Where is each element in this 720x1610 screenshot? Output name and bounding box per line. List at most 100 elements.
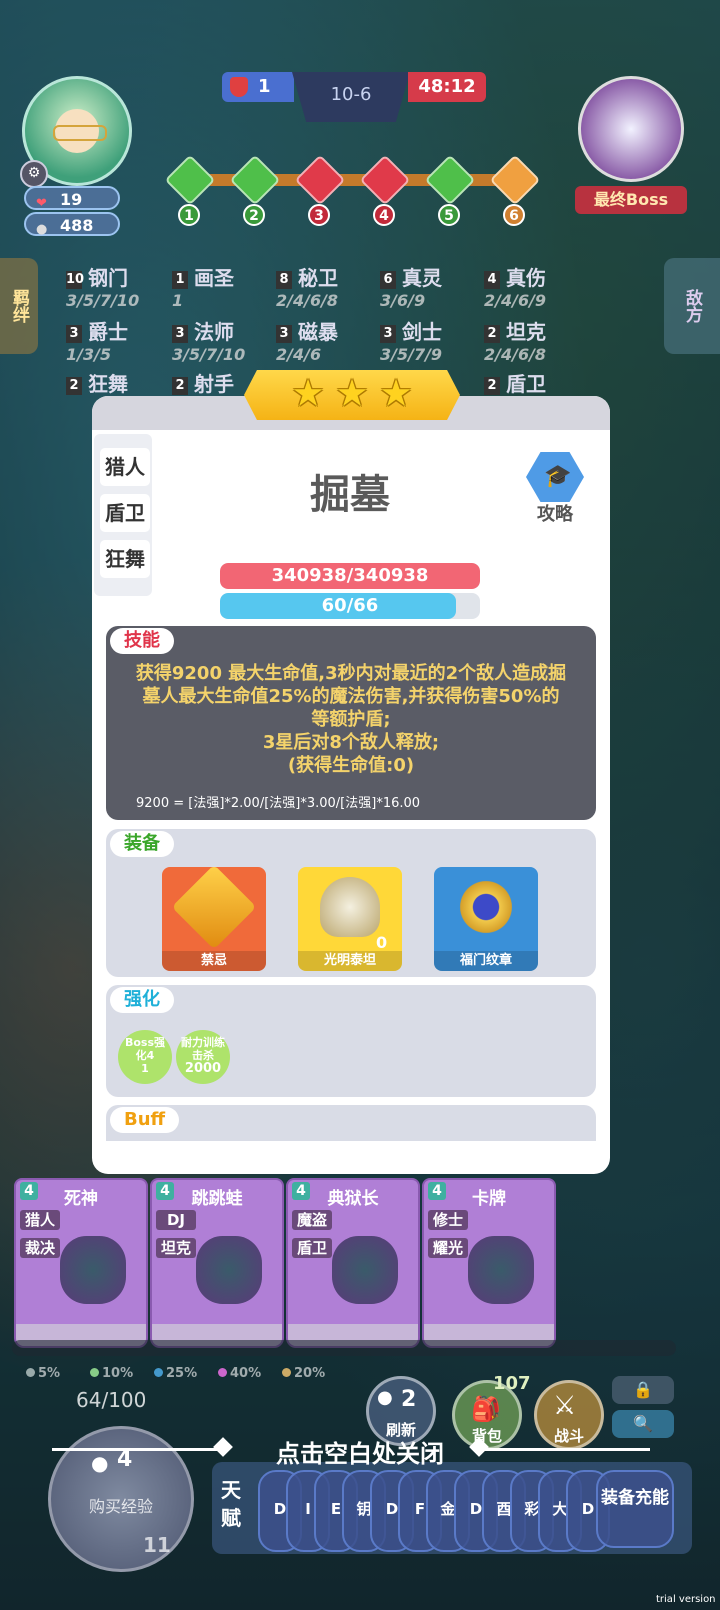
trait-tag[interactable]: 狂舞 — [100, 540, 150, 578]
synergy-count: 3 — [66, 325, 82, 343]
synergy-count: 2 — [172, 377, 188, 395]
synergy-count: 10 — [66, 271, 85, 289]
synergy-item[interactable]: 6 真灵 3/6/9 — [380, 262, 442, 310]
crossed-swords-icon: ⚔ — [553, 1391, 577, 1421]
shop-card[interactable]: 卡牌 4 修士 耀光 — [422, 1178, 556, 1348]
hp-text: 340938/340938 — [271, 565, 429, 586]
equipment-slot[interactable]: 0 光明泰坦 — [298, 867, 402, 971]
synergy-item[interactable]: 10 钢门 3/5/7/10 — [66, 262, 139, 310]
graduation-cap-icon: 🎓 — [544, 464, 572, 489]
timer: 48:12 — [408, 72, 486, 102]
synergy-name: 盾卫 — [506, 372, 546, 396]
synergy-item[interactable]: 4 真伤 2/4/6/9 — [484, 262, 546, 310]
odds-dot — [282, 1368, 291, 1377]
synergy-item[interactable]: 8 秘卫 2/4/6/8 — [276, 262, 338, 310]
equipment-slot[interactable]: 福门纹章 — [434, 867, 538, 971]
synergy-item[interactable]: 2 狂舞 — [66, 368, 128, 397]
card-cost: 4 — [156, 1182, 174, 1200]
trait-tag[interactable]: 盾卫 — [100, 494, 150, 532]
odds-dot — [154, 1368, 163, 1377]
synergy-tab[interactable]: 羁绊 — [0, 258, 38, 354]
synergy-name: 法师 — [194, 320, 234, 344]
guide-label: 攻略 — [537, 504, 573, 525]
shop-card[interactable]: 死神 4 猎人 裁决 — [14, 1178, 148, 1348]
synergy-levels: 3/5/7/10 — [172, 345, 246, 364]
trait-tag[interactable]: 猎人 — [100, 448, 150, 486]
card-trait: DJ — [156, 1210, 196, 1230]
talent-label: 天赋 — [221, 1478, 241, 1530]
skill-formula: 9200 = [法强]*2.00/[法强]*3.00/[法强]*16.00 — [136, 796, 421, 811]
synergy-count: 4 — [484, 271, 500, 289]
search-icon: 🔍 — [633, 1414, 653, 1433]
settings-gear-icon[interactable]: ⚙ — [20, 160, 48, 188]
gold-pill: ● 488 — [24, 212, 120, 237]
synergy-count: 6 — [380, 271, 396, 289]
synergy-levels: 1 — [172, 291, 184, 310]
card-trait: 盾卫 — [292, 1238, 332, 1258]
synergy-name: 秘卫 — [298, 266, 338, 290]
odds-item: 5% — [26, 1366, 60, 1381]
equipment-slot[interactable]: 禁忌 — [162, 864, 266, 971]
synergy-count: 2 — [66, 377, 82, 395]
hp-bar: 340938/340938 — [220, 563, 480, 589]
score-left-value: 1 — [258, 76, 271, 97]
odds-value: 20% — [294, 1366, 326, 1381]
synergy-levels: 3/6/9 — [380, 291, 426, 310]
close-hint: 点击空白处关闭 — [276, 1440, 444, 1468]
stage-number: 3 — [308, 204, 330, 226]
card-trait: 坦克 — [156, 1238, 196, 1258]
odds-dot — [26, 1368, 35, 1377]
equipment-tag: 装备 — [110, 831, 174, 857]
synergy-levels: 1/3/5 — [66, 345, 112, 364]
odds-item: 25% — [154, 1366, 197, 1381]
odds-item: 40% — [218, 1366, 261, 1381]
enhance-line: 耐力训练 — [181, 1036, 225, 1049]
star-icon: ★ — [290, 371, 326, 415]
buy-label: 购买经验 — [88, 1497, 153, 1516]
skill-description: 获得9200 最大生命值,3秒内对最近的2个敌人造成掘 墓人最大生命值25%的魔… — [126, 662, 576, 777]
enhance-line: 1 — [141, 1062, 149, 1075]
synergy-item[interactable]: 3 剑士 3/5/7/9 — [380, 316, 442, 364]
card-portrait — [60, 1236, 126, 1304]
lock-icon: 🔒 — [633, 1380, 653, 1399]
synergy-item[interactable]: 1 画圣 1 — [172, 262, 234, 310]
star-icon: ★ — [378, 371, 414, 415]
equip-recharge-button[interactable]: 装备充能 — [596, 1470, 674, 1548]
equipment-name: 光明泰坦 — [298, 951, 402, 971]
enhance-line: Boss强 — [124, 1036, 166, 1049]
synergy-item[interactable]: 3 法师 3/5/7/10 — [172, 316, 245, 364]
synergy-count: 3 — [172, 325, 188, 343]
synergy-item[interactable]: 2 坦克 2/4/6/8 — [484, 316, 546, 364]
synergy-item[interactable]: 3 磁暴 2/4/6 — [276, 316, 338, 364]
hero-name: 掘墓 — [310, 472, 390, 518]
synergy-item[interactable]: 2 射手 — [172, 368, 234, 397]
boss-avatar[interactable] — [578, 76, 684, 182]
synergy-item[interactable]: 3 爵士 1/3/5 — [66, 316, 128, 364]
skill-line: 等额护盾; — [311, 709, 391, 730]
mana-text: 60/66 — [321, 595, 379, 616]
synergy-name: 真灵 — [402, 266, 442, 290]
card-trait: 猎人 — [20, 1210, 60, 1230]
shop-card[interactable]: 跳跳蛙 4 DJ 坦克 — [150, 1178, 284, 1348]
enhance-badge[interactable]: 耐力训练 击杀 2000 — [176, 1030, 230, 1084]
enemy-tab[interactable]: 敌方 — [664, 258, 720, 354]
synergy-name: 狂舞 — [88, 372, 128, 396]
synergy-count: 3 — [380, 325, 396, 343]
synergy-count: 1 — [172, 271, 188, 289]
synergy-name: 画圣 — [194, 266, 234, 290]
coin-icon: ● — [377, 1387, 393, 1408]
synergy-name: 真伤 — [506, 266, 546, 290]
card-portrait — [196, 1236, 262, 1304]
odds-value: 40% — [230, 1366, 262, 1381]
forbidden-item-icon — [171, 864, 257, 950]
lock-shop-button[interactable]: 🔒 — [612, 1376, 674, 1404]
enhance-badge[interactable]: Boss强 化4 1 — [118, 1030, 172, 1084]
guide-button[interactable]: 🎓 攻略 — [522, 452, 588, 525]
odds-item: 20% — [282, 1366, 325, 1381]
shop-card[interactable]: 典狱长 4 魔盗 盾卫 — [286, 1178, 420, 1348]
equipment-name: 禁忌 — [162, 951, 266, 971]
synergy-count: 8 — [276, 271, 292, 289]
synergy-item[interactable]: 2 盾卫 — [484, 368, 546, 397]
skill-line: 墓人最大生命值25%的魔法伤害,并获得伤害50%的 — [142, 686, 560, 707]
gold-value: 488 — [60, 216, 94, 235]
